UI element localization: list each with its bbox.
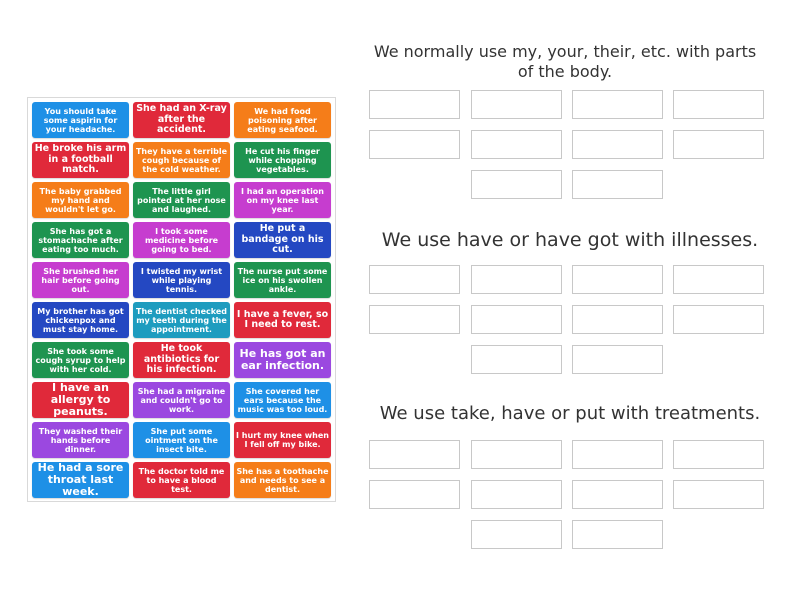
card-ear-infection[interactable]: He has got an ear infection. — [234, 342, 331, 378]
card-text: He cut his finger while chopping vegetab… — [245, 146, 320, 174]
card-cut-finger[interactable]: He cut his finger while chopping vegetab… — [234, 142, 331, 178]
card-allergy-peanuts[interactable]: I have an allergy to peanuts. — [32, 382, 129, 418]
drop-slot-treatments[interactable] — [369, 440, 460, 469]
drop-slot-illnesses[interactable] — [369, 265, 460, 294]
card-text: I hurt my knee when I fell off my bike. — [236, 431, 329, 449]
card-text: The doctor told me to have a blood test. — [138, 466, 225, 494]
drop-slot-illnesses[interactable] — [572, 345, 663, 374]
card-took-medicine[interactable]: I took some medicine before going to bed… — [133, 222, 230, 258]
card-text: My brother has got chickenpox and must s… — [37, 306, 124, 334]
drop-slot-illnesses[interactable] — [673, 305, 764, 334]
card-text: I have an allergy to peanuts. — [50, 382, 111, 418]
card-cough-syrup[interactable]: She took some cough syrup to help with h… — [32, 342, 129, 378]
card-text: She has a toothache and needs to see a d… — [236, 466, 329, 494]
card-text: He took antibiotics for his infection. — [143, 344, 220, 376]
card-blood-test[interactable]: The doctor told me to have a blood test. — [133, 462, 230, 498]
card-text: She brushed her hair before going out. — [41, 266, 120, 294]
drop-slot-illnesses[interactable] — [471, 265, 562, 294]
card-text: He had a sore throat last week. — [37, 462, 124, 498]
card-broke-arm[interactable]: He broke his arm in a football match. — [32, 142, 129, 178]
card-text: He put a bandage on his cut. — [241, 224, 324, 256]
card-hurt-knee[interactable]: I hurt my knee when I fell off my bike. — [234, 422, 331, 458]
card-food-poisoning[interactable]: We had food poisoning after eating seafo… — [234, 102, 331, 138]
drop-slot-body-parts[interactable] — [572, 90, 663, 119]
card-washed-hands[interactable]: They washed their hands before dinner. — [32, 422, 129, 458]
card-text: The dentist checked my teeth during the … — [135, 306, 227, 334]
card-stomachache[interactable]: She has got a stomachache after eating t… — [32, 222, 129, 258]
drop-slot-body-parts[interactable] — [471, 170, 562, 199]
card-text: She took some cough syrup to help with h… — [35, 346, 126, 374]
card-grid: You should take some aspirin for your he… — [32, 102, 332, 502]
drop-slot-body-parts[interactable] — [471, 90, 562, 119]
card-text: I had an operation on my knee last year. — [241, 186, 324, 214]
card-migraine[interactable]: She had a migraine and couldn't go to wo… — [133, 382, 230, 418]
drop-slot-treatments[interactable] — [673, 480, 764, 509]
drop-slot-treatments[interactable] — [471, 520, 562, 549]
card-text: He broke his arm in a football match. — [34, 144, 127, 176]
drop-slot-illnesses[interactable] — [471, 305, 562, 334]
card-text: She had an X-ray after the accident. — [136, 104, 227, 136]
drop-slot-body-parts[interactable] — [673, 130, 764, 159]
drop-slot-treatments[interactable] — [673, 440, 764, 469]
drop-slot-treatments[interactable] — [572, 480, 663, 509]
card-antibiotics[interactable]: He took antibiotics for his infection. — [133, 342, 230, 378]
drop-slot-illnesses[interactable] — [572, 265, 663, 294]
card-toothache[interactable]: She has a toothache and needs to see a d… — [234, 462, 331, 498]
card-pointed-nose[interactable]: The little girl pointed at her nose and … — [133, 182, 230, 218]
drop-slot-body-parts[interactable] — [572, 130, 663, 159]
card-text: She has got a stomachache after eating t… — [38, 226, 123, 254]
card-text: I have a fever, so I need to rest. — [236, 309, 329, 330]
card-text: I twisted my wrist while playing tennis. — [140, 266, 223, 294]
card-text: She put some ointment on the insect bite… — [145, 426, 218, 454]
card-ointment[interactable]: She put some ointment on the insect bite… — [133, 422, 230, 458]
card-ice-ankle[interactable]: The nurse put some ice on his swollen an… — [234, 262, 331, 298]
card-text: We had food poisoning after eating seafo… — [247, 106, 318, 134]
card-text: She covered her ears because the music w… — [237, 386, 328, 414]
drop-slot-treatments[interactable] — [572, 440, 663, 469]
group-heading-body-parts: We normally use my, your, their, etc. wi… — [373, 42, 757, 81]
card-chickenpox[interactable]: My brother has got chickenpox and must s… — [32, 302, 129, 338]
card-text: She had a migraine and couldn't go to wo… — [137, 386, 226, 414]
group-heading-treatments: We use take, have or put with treatments… — [379, 403, 761, 424]
card-text: They washed their hands before dinner. — [38, 426, 123, 454]
drop-slot-treatments[interactable] — [471, 480, 562, 509]
card-baby-grabbed-hand[interactable]: The baby grabbed my hand and wouldn't le… — [32, 182, 129, 218]
drop-slot-illnesses[interactable] — [572, 305, 663, 334]
card-aspirin-headache[interactable]: You should take some aspirin for your he… — [32, 102, 129, 138]
card-covered-ears[interactable]: She covered her ears because the music w… — [234, 382, 331, 418]
card-operation-knee[interactable]: I had an operation on my knee last year. — [234, 182, 331, 218]
card-text: The nurse put some ice on his swollen an… — [237, 266, 328, 294]
card-put-bandage[interactable]: He put a bandage on his cut. — [234, 222, 331, 258]
card-text: The baby grabbed my hand and wouldn't le… — [39, 186, 122, 214]
card-dentist-teeth[interactable]: The dentist checked my teeth during the … — [133, 302, 230, 338]
drop-slot-treatments[interactable] — [471, 440, 562, 469]
drop-slot-body-parts[interactable] — [369, 130, 460, 159]
drop-slot-illnesses[interactable] — [471, 345, 562, 374]
drop-slot-treatments[interactable] — [572, 520, 663, 549]
drop-slot-body-parts[interactable] — [673, 90, 764, 119]
card-text: The little girl pointed at her nose and … — [137, 186, 226, 214]
card-text: They have a terrible cough because of th… — [135, 146, 228, 174]
card-sore-throat[interactable]: He had a sore throat last week. — [32, 462, 129, 498]
card-text: I took some medicine before going to bed… — [144, 226, 219, 254]
card-text: You should take some aspirin for your he… — [43, 106, 118, 134]
drop-slot-body-parts[interactable] — [572, 170, 663, 199]
card-twisted-wrist[interactable]: I twisted my wrist while playing tennis. — [133, 262, 230, 298]
drop-slot-body-parts[interactable] — [471, 130, 562, 159]
card-terrible-cough[interactable]: They have a terrible cough because of th… — [133, 142, 230, 178]
drop-slot-illnesses[interactable] — [369, 305, 460, 334]
card-x-ray[interactable]: She had an X-ray after the accident. — [133, 102, 230, 138]
card-brushed-hair[interactable]: She brushed her hair before going out. — [32, 262, 129, 298]
card-fever[interactable]: I have a fever, so I need to rest. — [234, 302, 331, 338]
card-text: He has got an ear infection. — [239, 348, 326, 372]
group-heading-illnesses: We use have or have got with illnesses. — [381, 229, 759, 251]
drop-slot-body-parts[interactable] — [369, 90, 460, 119]
drop-slot-illnesses[interactable] — [673, 265, 764, 294]
drop-slot-treatments[interactable] — [369, 480, 460, 509]
